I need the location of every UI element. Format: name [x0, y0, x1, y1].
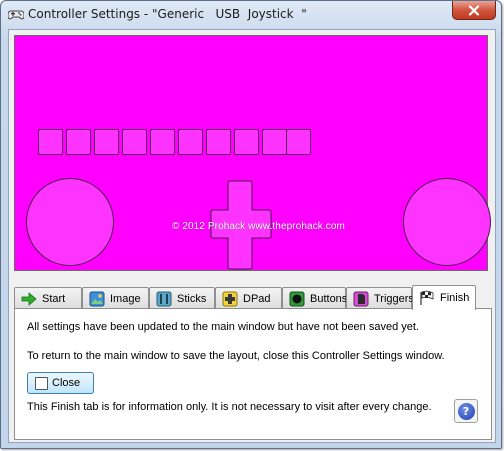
- tab-strip: Start Image Sticks DPad Buttons Triggers…: [14, 285, 492, 310]
- tab-label: Sticks: [177, 292, 207, 305]
- tab-finish[interactable]: Finish: [412, 285, 476, 310]
- checkered-flag-icon: [419, 290, 435, 306]
- controller-button-slot[interactable]: [94, 129, 119, 155]
- title-bar[interactable]: Controller Settings - "Generic USB Joyst…: [1, 1, 501, 29]
- finish-tab-panel: All settings have been updated to the ma…: [14, 308, 492, 440]
- triggers-icon: [353, 291, 369, 307]
- tab-label: Finish: [440, 292, 470, 304]
- controller-button-slot[interactable]: [122, 129, 147, 155]
- window-close-button[interactable]: [452, 1, 496, 20]
- tab-dpad[interactable]: DPad: [215, 287, 282, 309]
- watermark-text: © 2012 Prohack www.theprohack.com: [172, 221, 345, 232]
- controller-button-slot[interactable]: [234, 129, 259, 155]
- controller-button-slot[interactable]: [178, 129, 203, 155]
- controller-settings-window: Controller Settings - "Generic USB Joyst…: [0, 0, 502, 449]
- help-button[interactable]: ?: [454, 399, 478, 423]
- window-title: Controller Settings - "Generic USB Joyst…: [28, 7, 307, 21]
- tab-sticks[interactable]: Sticks: [149, 287, 215, 309]
- close-button-label: Close: [52, 377, 81, 389]
- controller-button-slot[interactable]: [262, 129, 287, 155]
- tab-image[interactable]: Image: [82, 287, 149, 309]
- tab-label: Triggers: [374, 292, 414, 305]
- instruction-message: To return to the main window to save the…: [27, 350, 445, 362]
- arrow-right-icon: [21, 291, 37, 307]
- controller-button-slot[interactable]: [38, 129, 63, 155]
- controller-canvas[interactable]: © 2012 Prohack www.theprohack.com: [14, 35, 491, 271]
- tab-label: Start: [42, 292, 66, 305]
- tab-label: DPad: [243, 292, 271, 305]
- gamepad-icon: [8, 10, 24, 20]
- right-stick[interactable]: [403, 178, 491, 266]
- tab-label: Image: [110, 292, 141, 305]
- tab-triggers[interactable]: Triggers: [346, 287, 414, 309]
- help-icon: ?: [457, 402, 475, 420]
- dpad-icon: [222, 291, 238, 307]
- info-message: This Finish tab is for information only.…: [27, 401, 432, 413]
- dialog-body: © 2012 Prohack www.theprohack.com Start …: [8, 29, 496, 443]
- tab-start[interactable]: Start: [14, 287, 82, 309]
- controller-button-slot[interactable]: [286, 129, 311, 155]
- image-icon: [89, 291, 105, 307]
- close-button[interactable]: Close: [27, 372, 94, 394]
- left-stick[interactable]: [26, 178, 114, 266]
- tab-buttons[interactable]: Buttons: [282, 287, 348, 309]
- controller-button-slot[interactable]: [150, 129, 175, 155]
- tab-label: Buttons: [310, 292, 348, 305]
- buttons-icon: [289, 291, 305, 307]
- close-icon: [468, 4, 480, 16]
- controller-button-slot[interactable]: [66, 129, 91, 155]
- status-message: All settings have been updated to the ma…: [27, 321, 419, 333]
- close-button-box-icon: [35, 376, 48, 390]
- controller-button-slot[interactable]: [206, 129, 231, 155]
- sticks-icon: [156, 291, 172, 307]
